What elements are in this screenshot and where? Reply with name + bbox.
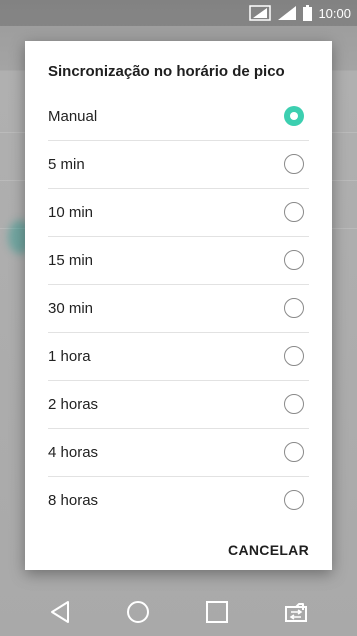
dialog-title: Sincronização no horário de pico bbox=[48, 63, 285, 80]
radio-icon[interactable] bbox=[284, 394, 304, 414]
option-1-hora[interactable]: 1 hora bbox=[48, 333, 309, 381]
battery-icon bbox=[303, 5, 313, 21]
option-label: 30 min bbox=[48, 300, 94, 317]
status-bar: 10:00 bbox=[0, 0, 357, 26]
radio-icon[interactable] bbox=[284, 490, 304, 510]
option-label: 4 horas bbox=[48, 444, 99, 461]
option-label: Manual bbox=[48, 108, 98, 125]
option-10-min[interactable]: 10 min bbox=[48, 189, 309, 237]
option-label: 8 horas bbox=[48, 492, 99, 509]
signal-icon bbox=[278, 6, 297, 20]
option-4-horas[interactable]: 4 horas bbox=[48, 429, 309, 477]
radio-icon[interactable] bbox=[284, 346, 304, 366]
home-icon[interactable] bbox=[124, 598, 152, 626]
option-15-min[interactable]: 15 min bbox=[48, 237, 309, 285]
status-time: 10:00 bbox=[318, 5, 351, 21]
sim-icon bbox=[249, 5, 272, 21]
radio-icon[interactable] bbox=[284, 154, 304, 174]
radio-icon[interactable] bbox=[284, 298, 304, 318]
radio-icon[interactable] bbox=[284, 250, 304, 270]
option-label: 5 min bbox=[48, 156, 85, 173]
option-8-horas[interactable]: 8 horas bbox=[48, 477, 309, 525]
option-label: 10 min bbox=[48, 204, 94, 221]
options-list: Manual 5 min 10 min 15 min 30 min 1 hora… bbox=[25, 93, 332, 525]
navigation-bar bbox=[0, 588, 357, 636]
switch-sim-icon[interactable] bbox=[282, 598, 310, 626]
option-label: 2 horas bbox=[48, 396, 99, 413]
option-label: 1 hora bbox=[48, 348, 91, 365]
option-label: 15 min bbox=[48, 252, 94, 269]
option-5-min[interactable]: 5 min bbox=[48, 141, 309, 189]
option-manual[interactable]: Manual bbox=[48, 93, 309, 141]
sync-peak-dialog: Sincronização no horário de pico Manual … bbox=[25, 41, 332, 570]
radio-icon[interactable] bbox=[284, 442, 304, 462]
radio-selected-icon[interactable] bbox=[284, 106, 304, 126]
radio-icon[interactable] bbox=[284, 202, 304, 222]
option-30-min[interactable]: 30 min bbox=[48, 285, 309, 333]
back-icon[interactable] bbox=[46, 598, 74, 626]
recents-icon[interactable] bbox=[203, 598, 231, 626]
cancel-button[interactable]: CANCELAR bbox=[228, 542, 309, 558]
option-2-horas[interactable]: 2 horas bbox=[48, 381, 309, 429]
